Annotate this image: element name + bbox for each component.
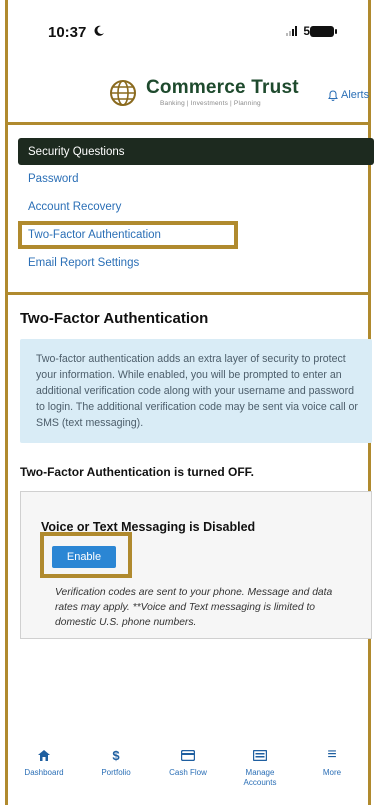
nav-item-cash-flow[interactable]: Cash Flow (152, 748, 224, 805)
nav-item-manage-accounts[interactable]: Manage Accounts (224, 748, 296, 805)
brand-name: Commerce Trust (146, 77, 299, 98)
menu-item-label: Password (28, 173, 79, 185)
nav-label: Cash Flow (169, 768, 207, 777)
nav-label: Manage Accounts (243, 768, 277, 787)
alerts-link[interactable]: Alerts (328, 89, 369, 101)
app-frame: 10:37 5G Commerce Trust Banking | Invest… (5, 0, 374, 805)
two-factor-status: Two-Factor Authentication is turned OFF. (20, 465, 254, 479)
status-bar: 10:37 5G (8, 0, 368, 60)
menu-item-password[interactable]: Password (18, 165, 374, 193)
menu-divider (8, 292, 368, 295)
menu-item-label: Security Questions (28, 145, 125, 158)
moon-icon (94, 25, 104, 36)
dollar-icon: $ (112, 747, 120, 763)
menu-item-email-report-settings[interactable]: Email Report Settings (18, 249, 374, 277)
menu-item-label: Two-Factor Authentication (28, 229, 161, 241)
menu-item-two-factor[interactable]: Two-Factor Authentication (18, 221, 238, 249)
home-icon (36, 748, 52, 762)
bell-icon (328, 89, 338, 101)
menu-icon: ≡ (327, 746, 337, 763)
settings-menu: Security Questions Password Account Reco… (18, 138, 374, 277)
globe-logo-icon (110, 80, 136, 106)
battery-icon (310, 26, 337, 37)
menu-item-account-recovery[interactable]: Account Recovery (18, 193, 374, 221)
brand-tagline: Banking | Investments | Planning (160, 100, 261, 107)
menu-item-label: Account Recovery (28, 201, 122, 213)
alerts-label: Alerts (341, 89, 370, 101)
menu-item-security-questions[interactable]: Security Questions (18, 138, 374, 165)
nav-label: More (322, 768, 342, 777)
voice-text-card: Voice or Text Messaging is Disabled Enab… (20, 491, 372, 639)
info-box: Two-factor authentication adds an extra … (20, 339, 372, 443)
nav-label: Portfolio (101, 768, 131, 777)
card-note: Verification codes are sent to your phon… (55, 587, 333, 628)
accounts-icon (252, 748, 268, 762)
enable-highlight: Enable (40, 532, 132, 578)
app-header: Commerce Trust Banking | Investments | P… (8, 60, 369, 122)
nav-item-portfolio[interactable]: $ Portfolio (80, 748, 152, 805)
page-title: Two-Factor Authentication (20, 310, 209, 327)
status-time: 10:37 (48, 24, 87, 41)
nav-item-dashboard[interactable]: Dashboard (8, 748, 80, 805)
bottom-nav: Dashboard $ Portfolio Cash Flow Manage A… (8, 746, 368, 805)
card-icon (180, 748, 196, 762)
header-divider (8, 122, 368, 125)
enable-button[interactable]: Enable (52, 546, 116, 568)
main-content: Two-Factor Authentication Two-factor aut… (20, 300, 372, 639)
nav-item-more[interactable]: ≡ More (296, 746, 368, 805)
nav-label: Dashboard (24, 768, 64, 777)
menu-item-label: Email Report Settings (28, 257, 140, 269)
